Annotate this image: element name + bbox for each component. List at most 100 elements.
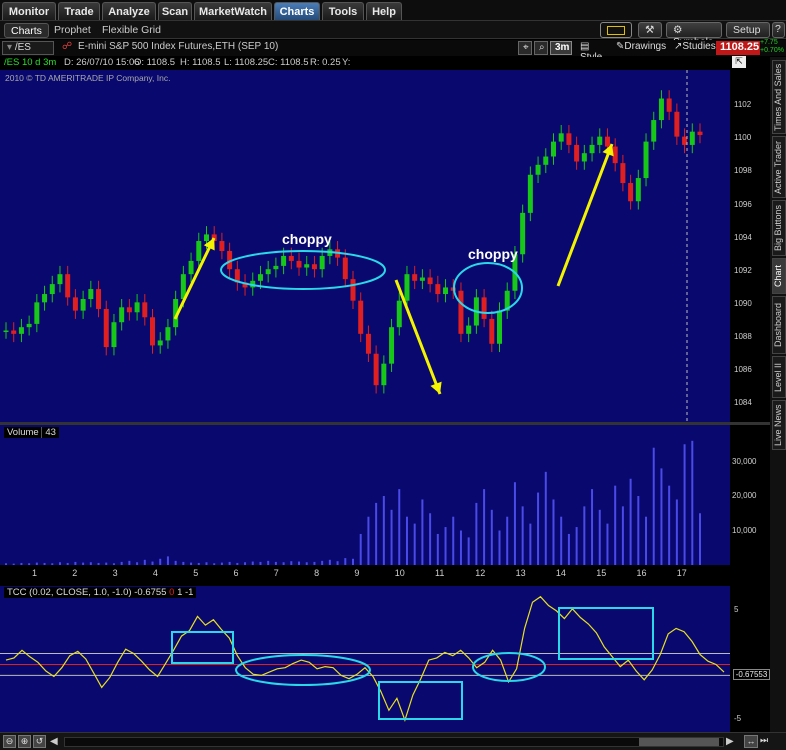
candle-body xyxy=(604,136,610,147)
candle-body xyxy=(126,307,132,313)
volume-bar xyxy=(583,506,586,565)
link-chain-icon[interactable]: ☍ xyxy=(58,41,72,55)
candle-body xyxy=(80,299,86,311)
tcc-axis[interactable]: -5 5 xyxy=(730,586,770,732)
candle-body xyxy=(558,133,564,142)
candle-body xyxy=(196,241,202,261)
tcc-ellipse-2 xyxy=(472,652,546,682)
tab-help[interactable]: Help xyxy=(366,2,402,20)
expand-icon[interactable]: ↔ xyxy=(744,735,758,748)
info-high: H: 1108.5 xyxy=(180,57,221,68)
tab-tools[interactable]: Tools xyxy=(322,2,364,20)
sidetab-level-ii[interactable]: Level II xyxy=(772,356,786,398)
sidetab-times-and-sales[interactable]: Times And Sales xyxy=(772,60,786,134)
volume-bar xyxy=(405,516,408,565)
setup-button[interactable]: Setup xyxy=(726,22,770,38)
volume-bar xyxy=(591,489,594,565)
volume-bar xyxy=(560,516,563,565)
scroll-end-icon[interactable]: ⏭ xyxy=(760,735,772,748)
zoom-tool-icon[interactable]: ⌕ xyxy=(534,41,548,55)
volume-bar xyxy=(506,516,509,565)
zoom-in-icon[interactable]: ⊕ xyxy=(18,735,31,748)
symbol-dropdown-icon: ▾ xyxy=(7,42,13,53)
symbol-description: E-mini S&P 500 Index Futures,ETH (SEP 10… xyxy=(78,41,279,52)
volume-bar xyxy=(652,447,655,565)
candle-body xyxy=(527,174,533,213)
tcc-box-2 xyxy=(378,681,463,720)
candle-body xyxy=(296,260,302,268)
tab-charts[interactable]: Charts xyxy=(274,2,320,20)
volume-bar xyxy=(498,530,501,565)
studies-label: Studies xyxy=(682,41,716,52)
candle-body xyxy=(257,274,263,281)
info-close: C: 1108.5 xyxy=(268,57,309,68)
volume-bar xyxy=(606,523,609,565)
volume-bar xyxy=(344,558,347,565)
annotation-choppy-1: choppy xyxy=(282,231,332,247)
trend-arrow-1 xyxy=(173,237,216,320)
reset-zoom-icon[interactable]: ↺ xyxy=(33,735,46,748)
candle-body xyxy=(49,284,55,295)
timeframe-button[interactable]: 3m xyxy=(550,41,572,55)
tab-scan[interactable]: Scan xyxy=(158,2,192,20)
link-color-selector[interactable] xyxy=(600,22,632,38)
volume-axis[interactable]: 10,000 20,000 30,000 xyxy=(730,425,770,565)
sidetab-dashboard[interactable]: Dashboard xyxy=(772,296,786,354)
candle-body xyxy=(18,327,24,334)
price-tick-label: 1086 xyxy=(734,365,752,375)
volume-bar xyxy=(483,489,486,565)
maximize-icon[interactable]: ⇱ xyxy=(732,56,746,68)
volume-bar xyxy=(699,513,701,565)
drawings-button[interactable]: ✎Drawings xyxy=(612,41,668,55)
subtab-prophet[interactable]: Prophet xyxy=(48,23,97,38)
candle-body xyxy=(26,323,32,328)
candle-body xyxy=(435,284,441,295)
scroll-left-icon[interactable]: ◀ xyxy=(50,736,62,748)
volume-bar xyxy=(521,506,524,565)
sidetab-big-buttons[interactable]: Big Buttons xyxy=(772,200,786,256)
price-axis[interactable]: 1084 1086 1088 1090 1092 1094 1096 1098 1100 1102 xyxy=(730,70,770,422)
volume-bar xyxy=(529,523,532,565)
tab-monitor[interactable]: Monitor xyxy=(2,2,56,20)
subtab-flexible-grid[interactable]: Flexible Grid xyxy=(96,23,167,38)
candle-body xyxy=(520,212,526,255)
candle-body xyxy=(658,98,664,121)
candle-body xyxy=(535,164,541,175)
tcc-last-value: -0.67553 xyxy=(733,669,770,680)
candle-body xyxy=(458,290,464,334)
horizontal-scrollbar[interactable] xyxy=(64,737,724,747)
sidetab-chart[interactable]: Chart xyxy=(772,258,786,294)
volume-bar xyxy=(359,533,362,565)
time-tick-label: 3 xyxy=(112,568,118,578)
symbol-input[interactable]: ▾ /ES xyxy=(2,41,54,55)
candle-body xyxy=(497,310,503,344)
price-chart[interactable] xyxy=(0,70,730,422)
sidetab-live-news[interactable]: Live News xyxy=(772,400,786,450)
help-question-button[interactable]: ? xyxy=(772,22,785,38)
style-button[interactable]: ▤ Style xyxy=(576,41,610,63)
tools-button[interactable]: ⚒ xyxy=(638,22,662,38)
tab-analyze[interactable]: Analyze xyxy=(102,2,156,20)
volume-tick-label: 30,000 xyxy=(732,456,757,466)
studies-button[interactable]: ↗Studies xyxy=(670,41,716,55)
tab-marketwatch[interactable]: MarketWatch xyxy=(194,2,272,20)
info-range: R: 0.25 xyxy=(310,57,341,68)
scroll-right-icon[interactable]: ▶ xyxy=(726,736,738,748)
candle-body xyxy=(373,353,379,386)
time-axis[interactable]: 1 2 3 4 5 6 7 8 9 10 11 12 13 14 15 16 17 xyxy=(0,565,770,584)
volume-bar xyxy=(621,506,624,565)
tab-trade[interactable]: Trade xyxy=(58,2,100,20)
sidetab-active-trader[interactable]: Active Trader xyxy=(772,136,786,198)
volume-chart[interactable] xyxy=(0,425,730,565)
time-tick-label: 10 xyxy=(394,568,405,578)
tcc-chart[interactable] xyxy=(0,586,730,732)
candle-body xyxy=(389,327,395,364)
zoom-out-icon[interactable]: ⊖ xyxy=(3,735,16,748)
scrollbar-thumb[interactable] xyxy=(639,738,719,746)
candle-body xyxy=(288,255,294,261)
info-open: O: 1108.5 xyxy=(134,57,176,68)
symbols-button[interactable]: ⚙ Symbols xyxy=(666,22,722,48)
subtab-charts[interactable]: Charts xyxy=(4,23,49,38)
crosshair-tool-icon[interactable]: ⌖ xyxy=(518,41,532,55)
candle-body xyxy=(365,333,371,354)
